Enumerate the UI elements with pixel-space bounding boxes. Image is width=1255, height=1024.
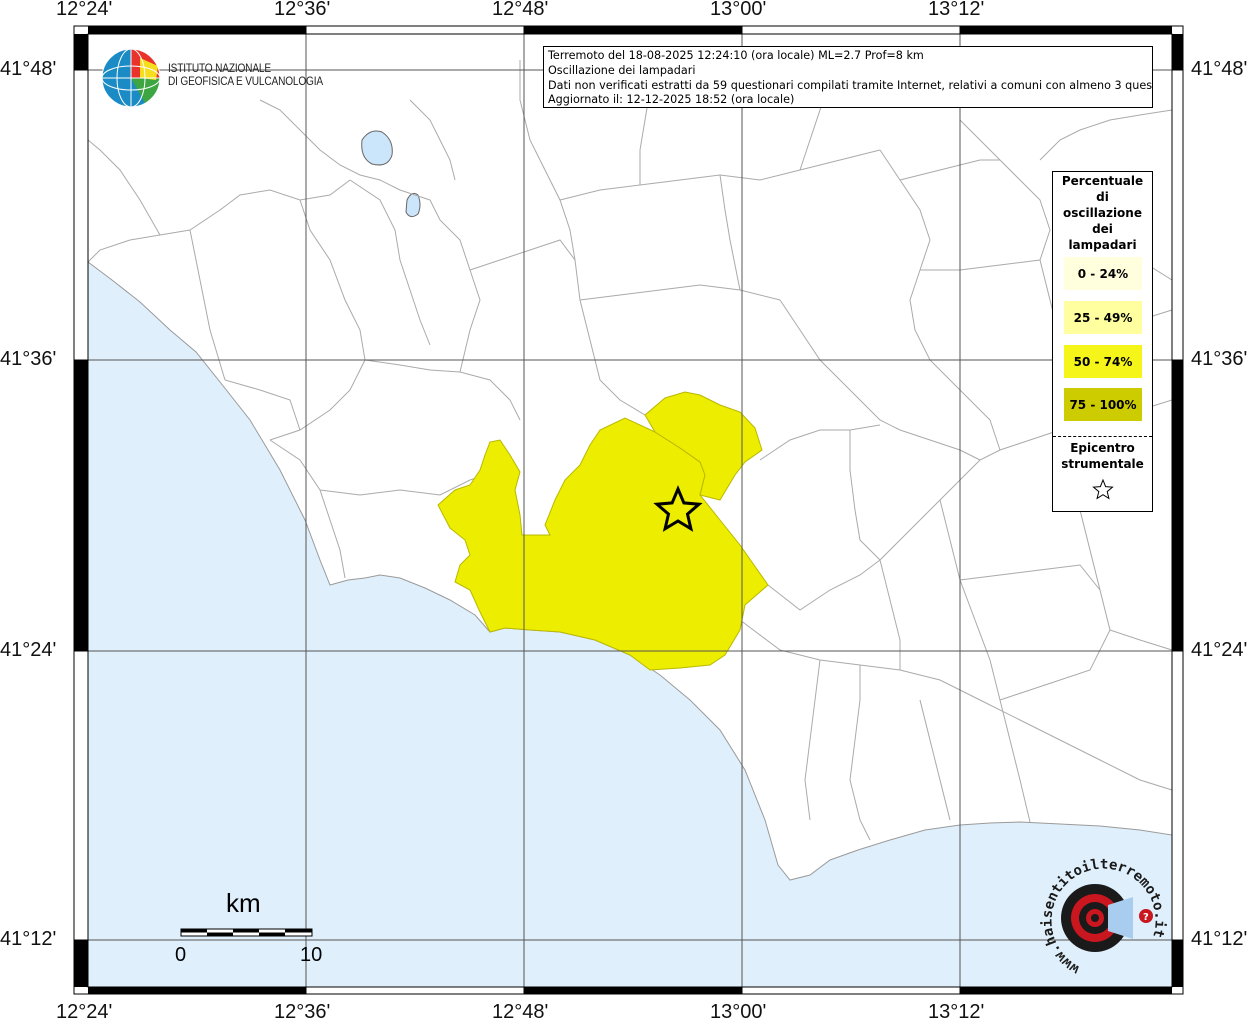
info-data-note: Dati non verificati estratti da 59 quest…: [548, 78, 1153, 92]
scale-bar: [180, 928, 313, 937]
lat-label-left-3: 41°24': [0, 639, 57, 661]
legend-title: Percentuale di oscillazione dei lampadar…: [1053, 173, 1152, 253]
scale-label-min: 0: [175, 944, 187, 966]
legend-item-75-100: 75 - 100%: [1064, 388, 1142, 421]
legend-separator: [1053, 436, 1152, 437]
earthquake-info-box: Terremoto del 18-08-2025 12:24:10 (ora l…: [543, 46, 1153, 108]
lon-label-top-4: 13°00': [710, 0, 767, 20]
lon-label-top-1: 12°24': [56, 0, 113, 20]
lon-label-top-5: 13°12': [928, 0, 985, 20]
lon-label-bottom-3: 12°48': [492, 1001, 549, 1023]
info-event: Terremoto del 18-08-2025 12:24:10 (ora l…: [548, 49, 924, 62]
scale-title: km: [226, 888, 261, 918]
legend-title-line: di: [1096, 190, 1109, 204]
lon-label-bottom-4: 13°00': [710, 1001, 767, 1023]
legend-item-50-74: 50 - 74%: [1064, 345, 1142, 378]
lon-label-top-3: 12°48': [492, 0, 549, 20]
lat-label-right-1: 41°48': [1191, 58, 1248, 80]
lon-label-bottom-1: 12°24': [56, 1001, 113, 1023]
legend-title-line: Percentuale: [1061, 174, 1144, 188]
lat-label-right-2: 41°36': [1191, 348, 1248, 370]
legend-item-25-49: 25 - 49%: [1064, 301, 1142, 334]
lon-label-bottom-2: 12°36': [274, 1001, 331, 1023]
info-map-type: Oscillazione dei lampadari: [548, 63, 696, 77]
lat-label-right-3: 41°24': [1191, 639, 1248, 661]
epicenter-title-line: strumentale: [1061, 457, 1144, 471]
svg-text:?: ?: [1143, 912, 1149, 923]
ingv-name-line1: ISTITUTO NAZIONALE: [168, 63, 271, 75]
lat-label-left-2: 41°36': [0, 348, 57, 370]
lat-label-left-1: 41°48': [0, 58, 57, 80]
legend-title-line: oscillazione: [1063, 206, 1142, 220]
epicenter-title-line: Epicentro: [1070, 441, 1135, 455]
ingv-name: ISTITUTO NAZIONALE DI GEOFISICA E VULCAN…: [168, 63, 323, 89]
lat-label-right-4: 41°12': [1191, 928, 1248, 950]
map-canvas: ? www.haisentitoilterremoto.it: [73, 25, 1184, 995]
ingv-globe-logo: [101, 48, 161, 108]
legend-title-line: dei: [1092, 222, 1113, 236]
epicenter-title: Epicentro strumentale: [1053, 440, 1152, 472]
legend: Percentuale di oscillazione dei lampadar…: [1052, 171, 1153, 512]
info-updated: Aggiornato il: 12-12-2025 18:52 (ora loc…: [548, 93, 795, 107]
legend-item-0-24: 0 - 24%: [1064, 257, 1142, 290]
lon-label-top-2: 12°36': [274, 0, 331, 20]
legend-star-icon: [1092, 478, 1114, 500]
legend-title-line: lampadari: [1068, 238, 1137, 252]
scale-label-max: 10: [300, 944, 323, 966]
lon-label-bottom-5: 13°12': [928, 1001, 985, 1023]
lat-label-left-4: 41°12': [0, 928, 57, 950]
ingv-name-line2: DI GEOFISICA E VULCANOLOGIA: [168, 76, 323, 88]
